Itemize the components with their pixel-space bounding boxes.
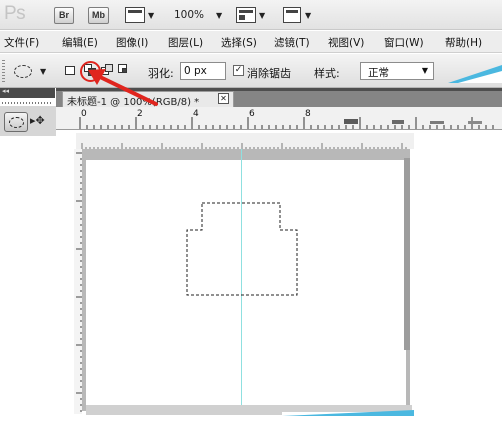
ruler-number: 0 <box>81 109 87 119</box>
ruler-number: 2 <box>137 109 143 119</box>
style-select-value: 正常 <box>368 67 389 79</box>
style-select[interactable]: 正常 ▼ <box>360 62 434 80</box>
chevron-down-icon[interactable]: ▼ <box>216 11 222 20</box>
elliptical-marquee-preset-icon[interactable] <box>14 65 32 78</box>
close-icon[interactable]: ✕ <box>218 93 229 104</box>
marquee-selection[interactable] <box>186 202 298 296</box>
chevron-down-icon[interactable]: ▼ <box>40 67 46 76</box>
ruler-number: 6 <box>249 109 255 119</box>
document-inner-ruler <box>76 133 414 149</box>
menu-view[interactable]: 视图(V) <box>328 35 364 50</box>
antialias-label: 消除锯齿 <box>247 67 291 80</box>
chevron-down-icon: ▼ <box>421 66 428 75</box>
ruler-number: 8 <box>305 109 311 119</box>
feather-input[interactable]: 0 px <box>180 62 226 80</box>
extras-view-icon[interactable] <box>125 7 145 23</box>
photoshop-logo: Ps <box>4 3 26 24</box>
new-selection-icon[interactable] <box>64 64 78 78</box>
application-bar: Ps Br Mb ▼ 100% ▼ ▼ ▼ <box>0 0 502 30</box>
vertical-ruler-ticks <box>76 152 82 412</box>
options-bar-grip[interactable] <box>2 60 5 82</box>
canvas-shadow <box>404 158 410 350</box>
menu-window[interactable]: 窗口(W) <box>384 35 424 50</box>
zoom-level[interactable]: 100% <box>174 9 204 21</box>
status-bar-decoration <box>282 410 414 416</box>
arrange-documents-icon[interactable] <box>236 7 256 23</box>
menu-filter[interactable]: 滤镜(T) <box>274 35 310 50</box>
options-bar: ▼ 羽化: 0 px ✓ 消除锯齿 样式: 正常 ▼ <box>0 54 502 88</box>
screen-mode-icon[interactable] <box>283 7 301 23</box>
style-label: 样式: <box>314 67 340 80</box>
annotation-arrow <box>88 69 158 106</box>
options-bar-fade-decoration <box>448 65 502 83</box>
menu-help[interactable]: 帮助(H) <box>445 35 482 50</box>
chevron-down-icon[interactable]: ▼ <box>148 11 154 20</box>
menu-select[interactable]: 选择(S) <box>221 35 257 50</box>
collapse-icon[interactable]: ◂◂ <box>2 87 9 95</box>
ruler-number: 4 <box>193 109 199 119</box>
antialias-checkbox[interactable]: ✓ <box>233 65 244 76</box>
chevron-down-icon[interactable]: ▼ <box>305 11 311 20</box>
inner-ruler-ticks <box>81 143 407 149</box>
vertical-ruler <box>74 149 82 414</box>
tools-panel-header[interactable]: ◂◂ <box>0 87 55 98</box>
mini-bridge-button[interactable]: Mb <box>88 7 109 24</box>
elliptical-marquee-icon[interactable] <box>4 112 28 132</box>
menu-edit[interactable]: 编辑(E) <box>62 35 98 50</box>
menu-bar: 文件(F) 编辑(E) 图像(I) 图层(L) 选择(S) 滤镜(T) 视图(V… <box>0 31 502 53</box>
bridge-button[interactable]: Br <box>54 7 74 24</box>
ruler-fade-decoration <box>344 119 482 124</box>
chevron-down-icon[interactable]: ▼ <box>259 11 265 20</box>
menu-image[interactable]: 图像(I) <box>116 35 148 50</box>
menu-file[interactable]: 文件(F) <box>4 35 39 50</box>
menu-layer[interactable]: 图层(L) <box>168 35 203 50</box>
tools-panel-grip[interactable] <box>2 102 51 104</box>
move-icon[interactable]: ▸✥ <box>30 114 45 127</box>
